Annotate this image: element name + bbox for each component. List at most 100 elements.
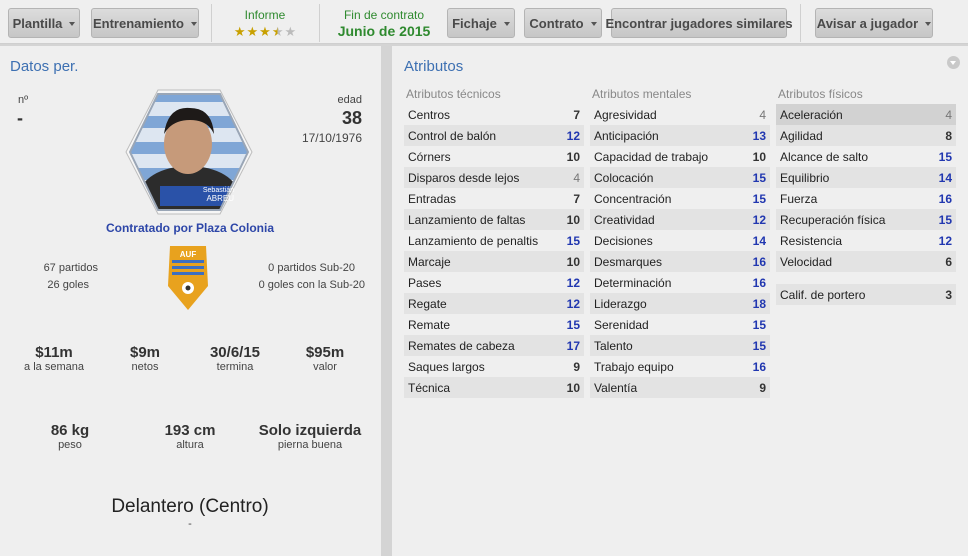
- report-stars: ★ ★ ★ ★ ★: [222, 25, 308, 39]
- age-value: 38: [341, 108, 362, 128]
- birthdate: 17/10/1976: [301, 131, 362, 145]
- attribute-name: Resistencia: [780, 233, 843, 248]
- attribute-row[interactable]: Decisiones 14: [590, 230, 770, 251]
- attribute-value: 17: [566, 338, 580, 353]
- attribute-row[interactable]: Anticipación 13: [590, 125, 770, 146]
- attribute-row[interactable]: Resistencia 12: [776, 230, 956, 251]
- attribute-value: 9: [573, 359, 580, 374]
- federation-badge: AUF: [168, 246, 208, 310]
- toolbar: Plantilla Entrenamiento Informe ★ ★ ★ ★ …: [0, 0, 968, 44]
- attribute-name: Creatividad: [594, 212, 655, 227]
- net-stat: $9m netos: [110, 344, 180, 373]
- attribute-value: 15: [938, 149, 952, 164]
- wage-value: $11m: [35, 344, 73, 361]
- attribute-value: 12: [566, 296, 580, 311]
- matches-count: 67 partidos: [43, 262, 98, 274]
- u20-goals: 0 goles con la Sub-20: [258, 279, 365, 291]
- attribute-row[interactable]: Concentración 15: [590, 188, 770, 209]
- attribute-value: 7: [573, 107, 580, 122]
- attribute-row[interactable]: Entradas 7: [404, 188, 584, 209]
- contract-button[interactable]: Contrato: [524, 8, 602, 38]
- attribute-value: 6: [945, 254, 952, 269]
- notify-player-button[interactable]: Avisar a jugador: [815, 8, 933, 38]
- attribute-row[interactable]: Regate 12: [404, 293, 584, 314]
- attribute-name: Técnica: [408, 380, 451, 395]
- attribute-value: 14: [752, 233, 766, 248]
- attribute-row[interactable]: Aceleración 4: [776, 104, 956, 125]
- attribute-name: Anticipación: [594, 128, 659, 143]
- u20-matches: 0 partidos Sub-20: [268, 262, 355, 274]
- attribute-row[interactable]: Córners 10: [404, 146, 584, 167]
- report-label: Informe: [244, 8, 286, 22]
- star-icon: ★: [259, 24, 271, 39]
- contracted-by[interactable]: Contratado por Plaza Colonia: [60, 221, 320, 235]
- attribute-row[interactable]: Pases 12: [404, 272, 584, 293]
- attribute-row[interactable]: Equilibrio 14: [776, 167, 956, 188]
- attribute-row[interactable]: Lanzamiento de penaltis 15: [404, 230, 584, 251]
- attribute-row[interactable]: Técnica 10: [404, 377, 584, 398]
- attribute-value: 4: [759, 107, 766, 122]
- attribute-row[interactable]: Centros 7: [404, 104, 584, 125]
- attribute-row[interactable]: Determinación 16: [590, 272, 770, 293]
- wage-label: a la semana: [24, 361, 84, 373]
- find-similar-label: Encontrar jugadores similares: [605, 15, 793, 31]
- star-icon: ★: [233, 24, 246, 39]
- attribute-row[interactable]: Fuerza 16: [776, 188, 956, 209]
- attribute-row[interactable]: Creatividad 12: [590, 209, 770, 230]
- attribute-row[interactable]: Valentía 9: [590, 377, 770, 398]
- mental-attributes: Atributos mentales Agresividad 4 Anticipac…: [590, 86, 770, 398]
- attribute-name: Talento: [594, 338, 633, 353]
- attribute-row[interactable]: Remate 15: [404, 314, 584, 335]
- attribute-row[interactable]: Lanzamiento de faltas 10: [404, 209, 584, 230]
- expires-value: 30/6/15: [209, 344, 261, 361]
- attribute-row[interactable]: Velocidad 6: [776, 251, 956, 272]
- attribute-row[interactable]: Capacidad de trabajo 10: [590, 146, 770, 167]
- squad-button[interactable]: Plantilla: [8, 8, 80, 38]
- squad-button-label: Plantilla: [12, 15, 63, 31]
- attribute-value: 18: [752, 296, 766, 311]
- attribute-row[interactable]: Alcance de salto 15: [776, 146, 956, 167]
- height-stat: 193 cm altura: [140, 422, 240, 451]
- panel-title: Datos per.: [10, 58, 79, 75]
- weight-stat: 86 kg peso: [20, 422, 120, 451]
- attribute-row[interactable]: Saques largos 9: [404, 356, 584, 377]
- attribute-name: Colocación: [594, 170, 654, 185]
- attribute-row[interactable]: Agresividad 4: [590, 104, 770, 125]
- attribute-value: 15: [566, 317, 580, 332]
- attribute-row[interactable]: Trabajo equipo 16: [590, 356, 770, 377]
- attribute-name: Velocidad: [780, 254, 833, 269]
- attribute-name: Determinación: [594, 275, 672, 290]
- card-first-name: Sebastián: [203, 187, 234, 194]
- attribute-row[interactable]: Colocación 15: [590, 167, 770, 188]
- attribute-row[interactable]: Liderazgo 18: [590, 293, 770, 314]
- chevron-down-icon: [69, 22, 76, 26]
- attribute-value: 16: [752, 254, 766, 269]
- attribute-value: 15: [752, 317, 766, 332]
- attribute-name: Calif. de portero: [780, 287, 866, 302]
- chevron-down-icon[interactable]: [947, 56, 960, 69]
- attribute-row[interactable]: Recuperación física 15: [776, 209, 956, 230]
- attribute-row[interactable]: Remates de cabeza 17: [404, 335, 584, 356]
- find-similar-button[interactable]: Encontrar jugadores similares: [605, 8, 793, 38]
- attribute-row[interactable]: Talento 15: [590, 335, 770, 356]
- attribute-row[interactable]: Desmarques 16: [590, 251, 770, 272]
- attribute-row[interactable]: Serenidad 15: [590, 314, 770, 335]
- attribute-row[interactable]: Agilidad 8: [776, 125, 956, 146]
- physical-attributes: Atributos físicos Aceleración 4 Agilidad 8 A…: [776, 86, 956, 305]
- attribute-name: Trabajo equipo: [594, 359, 674, 374]
- attribute-value: 10: [566, 149, 580, 164]
- report-info[interactable]: Informe ★ ★ ★ ★ ★: [222, 7, 308, 39]
- goalkeeper-rating-row[interactable]: Calif. de portero 3: [776, 284, 956, 305]
- height-value: 193 cm: [164, 422, 216, 439]
- attribute-list: Centros 7 Control de balón 12 Córners 10 Dispa…: [404, 104, 584, 398]
- weight-value: 86 kg: [50, 422, 90, 439]
- attribute-row[interactable]: Control de balón 12: [404, 125, 584, 146]
- attribute-row[interactable]: Disparos desde lejos 4: [404, 167, 584, 188]
- training-button[interactable]: Entrenamiento: [91, 8, 199, 38]
- training-button-label: Entrenamiento: [92, 15, 184, 31]
- transfer-button[interactable]: Fichaje: [447, 8, 515, 38]
- chevron-down-icon: [503, 22, 510, 26]
- attribute-row[interactable]: Marcaje 10: [404, 251, 584, 272]
- attribute-value: 10: [566, 254, 580, 269]
